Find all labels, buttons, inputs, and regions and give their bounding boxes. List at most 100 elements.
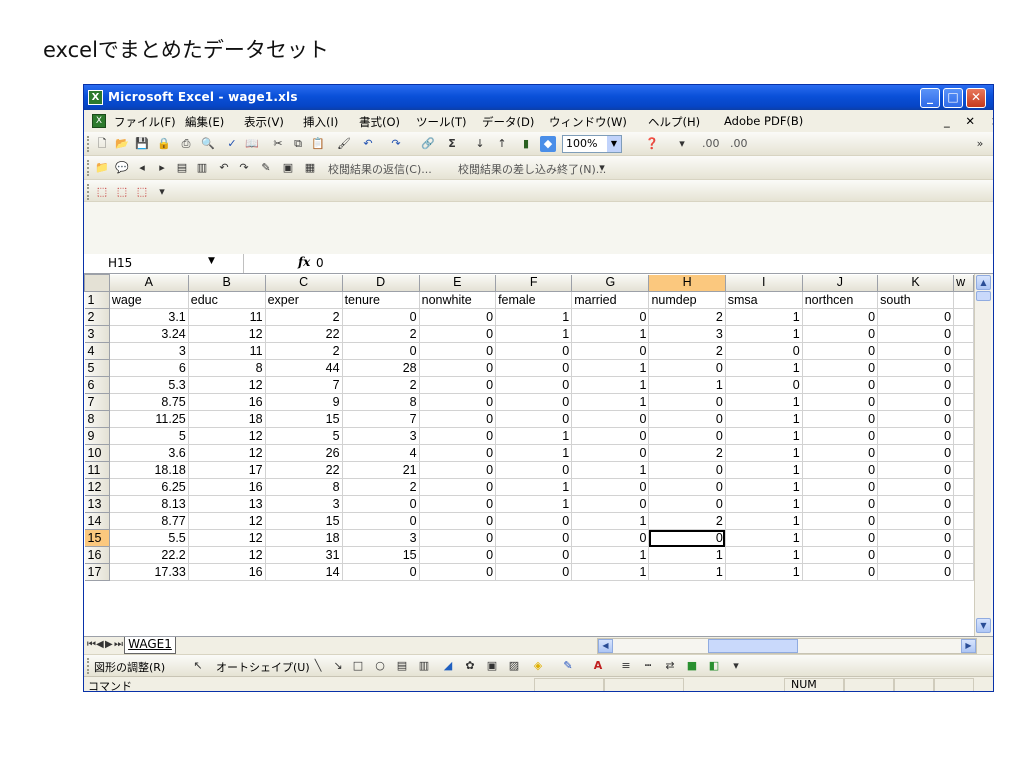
show-comment-icon[interactable]: ▤ <box>174 160 190 176</box>
cell[interactable]: 0 <box>801 563 879 581</box>
row-header[interactable]: 11 <box>84 461 110 479</box>
prev-sheet-icon[interactable]: ◀ <box>96 639 104 650</box>
cell[interactable]: nonwhite <box>418 291 497 309</box>
cell[interactable]: 0 <box>495 393 573 411</box>
cell[interactable]: exper <box>264 291 343 309</box>
cell[interactable]: 0 <box>877 529 955 547</box>
cell[interactable]: 0 <box>495 563 573 581</box>
cell[interactable]: 21 <box>341 461 420 479</box>
column-header-d[interactable]: D <box>341 274 420 292</box>
cut-icon[interactable]: ✂ <box>270 136 286 152</box>
copy-icon[interactable]: ⧉ <box>290 136 306 152</box>
prev-comment-icon[interactable]: ◂ <box>134 160 150 176</box>
vertical-textbox-icon[interactable]: ▥ <box>416 658 432 674</box>
cell[interactable]: 1 <box>571 393 650 411</box>
cell[interactable]: 1 <box>495 427 573 445</box>
cell[interactable]: 2 <box>648 512 726 530</box>
column-header-g[interactable]: G <box>571 274 650 292</box>
cell[interactable] <box>953 359 974 377</box>
row-header[interactable]: 6 <box>84 376 110 394</box>
maximize-button[interactable]: □ <box>943 88 963 108</box>
cell[interactable]: 0 <box>418 359 497 377</box>
sort-descending-icon[interactable]: ↑ <box>494 136 510 152</box>
toolbar-grip[interactable] <box>87 184 90 200</box>
cell[interactable]: 44 <box>264 359 343 377</box>
row-header[interactable]: 14 <box>84 512 110 530</box>
cell[interactable]: 12 <box>187 529 266 547</box>
menu-view[interactable]: 表示(V) <box>244 114 284 130</box>
row-header[interactable]: 5 <box>84 359 110 377</box>
menu-file[interactable]: ファイル(F) <box>114 114 176 130</box>
cell[interactable]: 2 <box>648 308 726 326</box>
menu-format[interactable]: 書式(O) <box>359 114 400 130</box>
cell[interactable]: 12 <box>187 444 266 462</box>
cell[interactable]: 0 <box>648 478 726 496</box>
cell[interactable]: 2 <box>341 376 420 394</box>
row-header[interactable]: 4 <box>84 342 110 360</box>
cell[interactable]: 1 <box>724 478 803 496</box>
cell[interactable]: 0 <box>495 410 573 428</box>
autoshapes-menu[interactable]: オートシェイプ(U) <box>216 659 310 675</box>
toolbar-options-icon[interactable]: ▾ <box>594 160 610 176</box>
cell[interactable]: 14 <box>264 563 343 581</box>
reviewing-pane-icon[interactable]: ▦ <box>302 160 318 176</box>
cell[interactable]: 1 <box>571 376 650 394</box>
cell[interactable] <box>953 376 974 394</box>
cell[interactable]: 0 <box>341 342 420 360</box>
cell[interactable]: 0 <box>877 512 955 530</box>
cell[interactable]: 1 <box>724 308 803 326</box>
cell[interactable]: 1 <box>724 393 803 411</box>
dash-style-icon[interactable]: ┅ <box>640 658 656 674</box>
menu-insert[interactable]: 挿入(I) <box>303 114 338 130</box>
cell[interactable]: 1 <box>724 546 803 564</box>
row-header[interactable]: 1 <box>84 291 110 309</box>
cell[interactable]: 5 <box>264 427 343 445</box>
column-header-i[interactable]: I <box>724 274 803 292</box>
cell[interactable]: 4 <box>341 444 420 462</box>
scroll-right-icon[interactable]: ▶ <box>961 639 976 653</box>
cell[interactable]: 0 <box>418 393 497 411</box>
toolbar-grip[interactable] <box>87 136 90 152</box>
show-all-comments-icon[interactable]: ▥ <box>194 160 210 176</box>
cell[interactable]: 1 <box>571 461 650 479</box>
picture-icon[interactable]: ▨ <box>506 658 522 674</box>
print-icon[interactable]: ⎙ <box>178 136 194 152</box>
cell[interactable]: 0 <box>801 410 879 428</box>
cell[interactable]: 13 <box>187 495 266 513</box>
cell[interactable]: 0 <box>495 359 573 377</box>
row-header[interactable]: 2 <box>84 308 110 326</box>
cell[interactable]: 0 <box>801 495 879 513</box>
cell[interactable]: 3.1 <box>108 308 189 326</box>
cell[interactable]: 15 <box>341 546 420 564</box>
cell[interactable]: 0 <box>341 495 420 513</box>
research-icon[interactable]: 📖 <box>244 136 260 152</box>
cell[interactable]: numdep <box>648 291 726 309</box>
next-comment-icon[interactable]: ▸ <box>154 160 170 176</box>
sort-ascending-icon[interactable]: ↓ <box>472 136 488 152</box>
cell[interactable] <box>953 444 974 462</box>
cell[interactable]: 0 <box>495 342 573 360</box>
row-header[interactable]: 13 <box>84 495 110 513</box>
toolbar-overflow-icon[interactable]: » <box>972 136 988 152</box>
row-header[interactable]: 3 <box>84 325 110 343</box>
cell[interactable]: 8 <box>341 393 420 411</box>
cell[interactable] <box>953 563 974 581</box>
row-header[interactable]: 16 <box>84 546 110 564</box>
menu-help[interactable]: ヘルプ(H) <box>648 114 700 130</box>
cell[interactable]: 1 <box>724 427 803 445</box>
save-icon[interactable]: 💾 <box>134 136 150 152</box>
cell[interactable] <box>953 546 974 564</box>
cell[interactable] <box>953 308 974 326</box>
cell[interactable]: 0 <box>571 427 650 445</box>
cell[interactable]: 1 <box>724 359 803 377</box>
cell[interactable]: 12 <box>187 512 266 530</box>
cell[interactable]: 0 <box>571 478 650 496</box>
cell[interactable]: female <box>495 291 573 309</box>
cell[interactable]: tenure <box>341 291 420 309</box>
cell[interactable]: 0 <box>877 376 955 394</box>
cell[interactable] <box>953 342 974 360</box>
end-review-button[interactable]: 校閲結果の差し込み終了(N)... <box>458 161 606 177</box>
scroll-left-icon[interactable]: ◀ <box>598 639 613 653</box>
decrease-decimal-label[interactable]: .00 <box>730 137 748 150</box>
cell[interactable]: 0 <box>571 410 650 428</box>
